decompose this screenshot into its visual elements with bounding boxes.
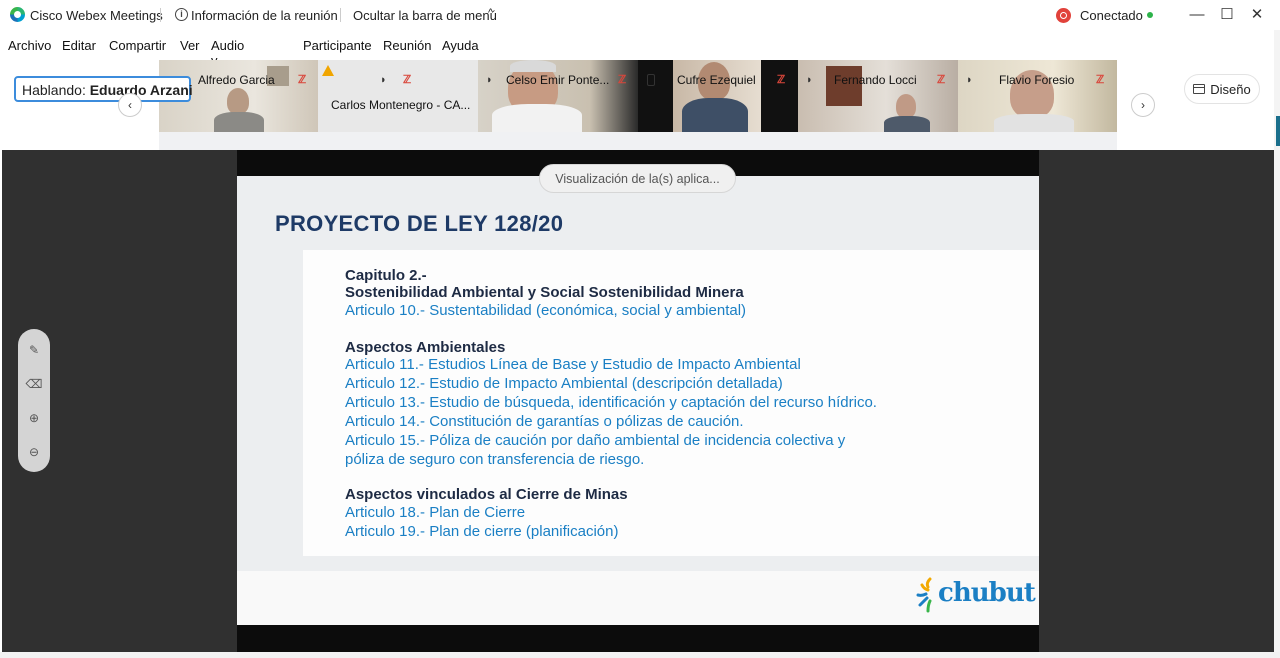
participant-hair [510, 60, 556, 72]
muted-mic-icon[interactable]: ℤ [937, 74, 945, 86]
participant-body [492, 104, 582, 132]
headset-icon: ◗ [806, 74, 813, 86]
slide-line: Articulo 13.- Estudio de búsqueda, ident… [345, 394, 877, 411]
menu-participante[interactable]: Participante [303, 38, 372, 53]
slide-line: Aspectos Ambientales [345, 339, 506, 356]
muted-mic-icon[interactable]: ℤ [777, 74, 785, 86]
participant-name: Alfredo Garcia [198, 73, 275, 87]
zoom-out-icon[interactable]: ⊖ [25, 443, 43, 461]
app-sharing-pill[interactable]: Visualización de la(s) aplica... [539, 164, 736, 193]
info-icon[interactable]: i [175, 8, 188, 21]
speaking-name: Eduardo Arzani [89, 82, 193, 98]
menu-ayuda[interactable]: Ayuda [442, 38, 479, 53]
chevron-up-icon[interactable]: ^ [488, 7, 493, 19]
participant-name: Fernando Locci [834, 73, 917, 87]
slide-line: Articulo 19.- Plan de cierre (planificac… [345, 523, 619, 540]
slide-line: Aspectos vinculados al Cierre de Minas [345, 486, 628, 503]
muted-mic-icon[interactable]: ℤ [618, 74, 626, 86]
slide-line: Articulo 18.- Plan de Cierre [345, 504, 526, 521]
title-separator [160, 8, 161, 22]
headset-icon: ◗ [380, 74, 387, 86]
title-bar: Cisco Webex Meetings i Información de la… [0, 0, 1280, 30]
participant-head [896, 94, 916, 118]
next-participants-button[interactable]: › [1131, 93, 1155, 117]
slide-line: Articulo 15.- Póliza de caución por daño… [345, 432, 846, 449]
participant-body [214, 112, 264, 132]
minimize-button[interactable]: — [1186, 4, 1208, 24]
layout-button[interactable]: Diseño [1184, 74, 1260, 104]
participant-placeholder [318, 60, 478, 132]
participant-video [958, 60, 1117, 132]
layout-icon [1193, 84, 1206, 94]
muted-mic-icon[interactable]: ℤ [298, 74, 306, 86]
participant-video [798, 60, 958, 132]
tile-name-bar [159, 132, 318, 150]
tile-name-bar [478, 132, 638, 150]
app-title: Cisco Webex Meetings [30, 8, 163, 23]
participant-name: Cufre Ezequiel [677, 73, 756, 87]
window-bottom-edge [0, 652, 1280, 658]
participant-head [227, 88, 249, 114]
menu-compartir[interactable]: Compartir [109, 38, 166, 53]
slide-line: Articulo 11.- Estudios Línea de Base y E… [345, 356, 801, 373]
participant-video [638, 60, 798, 132]
edge-marker [1276, 116, 1280, 146]
tile-name-bar [798, 132, 958, 150]
slide-line: Sostenibilidad Ambiental y Social Sosten… [345, 284, 744, 301]
zoom-in-icon[interactable]: ⊕ [25, 409, 43, 427]
connection-icon [1056, 8, 1071, 23]
layout-label: Diseño [1210, 81, 1251, 97]
headset-icon: ◗ [486, 74, 493, 86]
status-dot-icon [1147, 12, 1153, 18]
meeting-info-button[interactable]: Información de la reunión [191, 8, 338, 23]
participant-body [994, 114, 1074, 132]
slide-line: Articulo 14.- Constitución de garantías … [345, 413, 744, 430]
slide-letterbox-bottom [237, 625, 1039, 652]
close-button[interactable]: ✕ [1246, 4, 1268, 24]
speaking-indicator: Hablando: Eduardo Arzani [14, 76, 193, 102]
participant-name: Flavio Foresio [999, 73, 1075, 87]
muted-mic-icon[interactable]: ℤ [403, 74, 411, 86]
menu-ver[interactable]: Ver [180, 38, 200, 53]
tile-name-bar [638, 132, 798, 150]
headset-icon: ◗ [966, 74, 973, 86]
tile-name-bar [958, 132, 1117, 150]
muted-mic-icon[interactable]: ℤ [1096, 74, 1104, 86]
prev-participants-button[interactable]: ‹ [118, 93, 142, 117]
title-separator [340, 8, 341, 22]
pen-icon[interactable]: ✎ [25, 341, 43, 359]
annotation-toolbar: ✎ ⌫ ⊕ ⊖ [18, 329, 50, 472]
connection-status: Conectado [1080, 8, 1143, 23]
slide-title: PROYECTO DE LEY 128/20 [275, 211, 564, 236]
phone-icon [647, 74, 655, 86]
participant-body [682, 98, 748, 132]
maximize-button[interactable]: ☐ [1216, 4, 1238, 24]
slide-line: Articulo 10.- Sustentabilidad (económica… [345, 302, 747, 319]
warning-icon [322, 65, 334, 76]
menu-archivo[interactable]: Archivo [8, 38, 51, 53]
menu-reunion[interactable]: Reunión [383, 38, 431, 53]
speaking-prefix: Hablando: [22, 82, 86, 98]
tile-name-bar [318, 132, 478, 150]
participant-video [478, 60, 638, 132]
participant-name: Carlos Montenegro - CA... [331, 98, 471, 112]
slide-line: Capitulo 2.- [345, 267, 427, 284]
slide-line: Articulo 12.- Estudio de Impacto Ambient… [345, 375, 783, 392]
chubut-sun-icon [916, 577, 932, 613]
chubut-logo: chubut [938, 578, 1036, 608]
participant-name: Celso Emir Ponte... [506, 73, 610, 87]
eraser-icon[interactable]: ⌫ [25, 375, 43, 393]
slide-line: póliza de seguro con transferencia de ri… [345, 451, 645, 468]
menu-editar[interactable]: Editar [62, 38, 96, 53]
hide-menu-button[interactable]: Ocultar la barra de menú [353, 8, 497, 23]
webex-logo-icon [10, 7, 25, 22]
participant-body [884, 116, 930, 132]
